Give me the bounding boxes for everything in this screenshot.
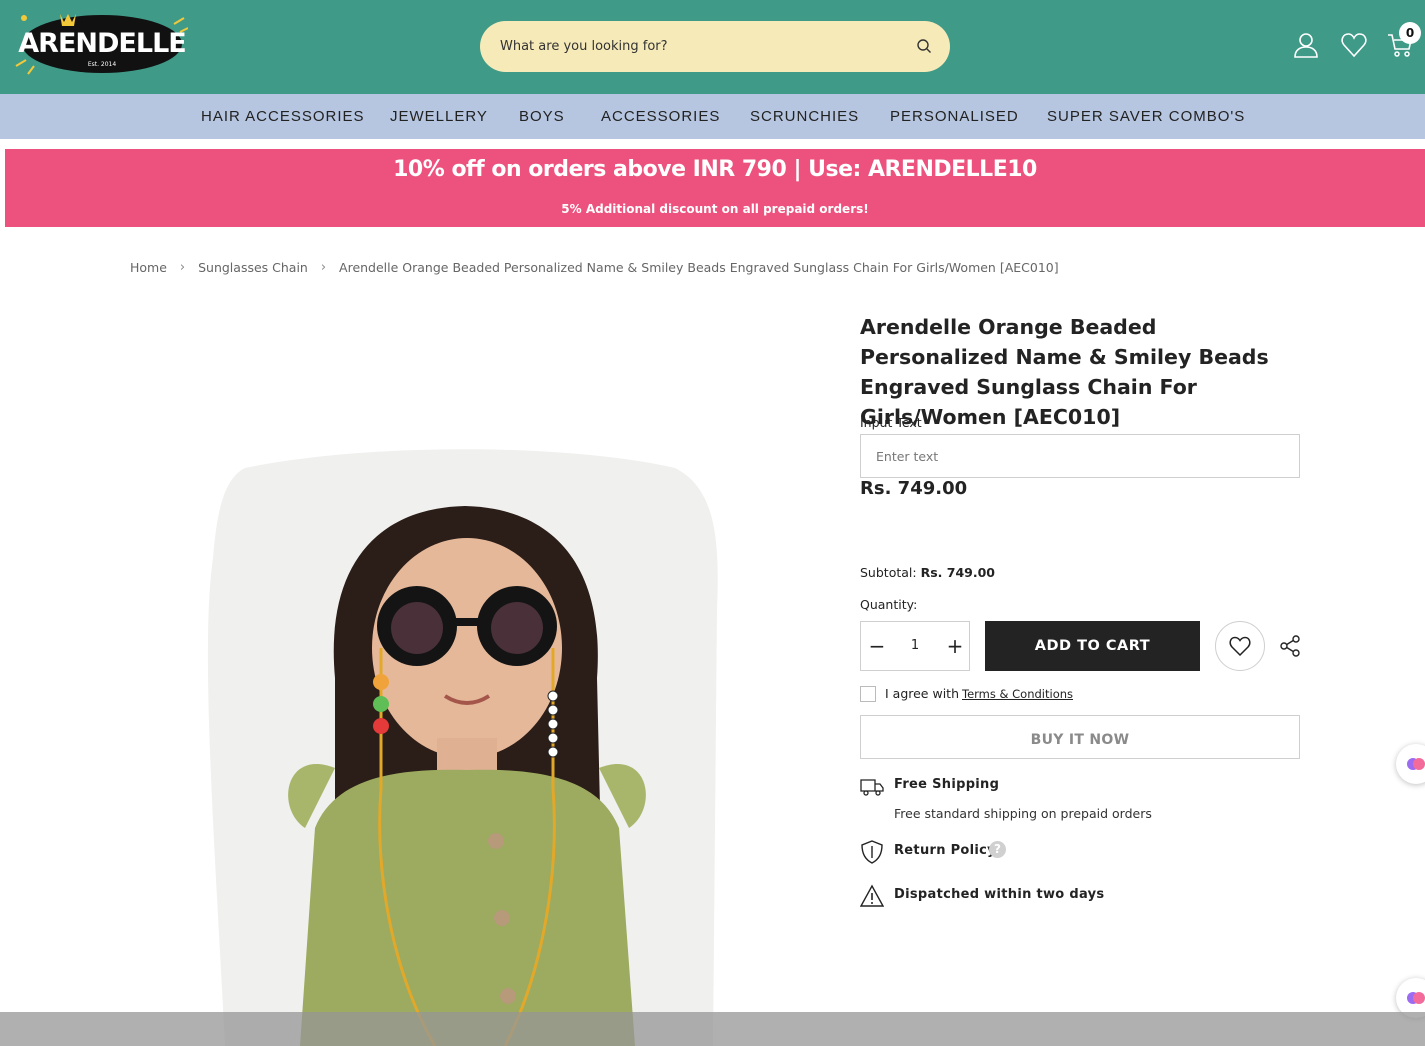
user-icon[interactable] — [1292, 31, 1320, 59]
nav-item-super-saver-combos[interactable]: SUPER SAVER COMBO'S — [1047, 94, 1245, 139]
product-title: Arendelle Orange Beaded Personalized Nam… — [860, 315, 1269, 429]
chevron-right-icon: › — [320, 260, 327, 275]
floating-widget-button[interactable] — [1396, 744, 1425, 784]
brain-icon — [1407, 992, 1425, 1004]
arendelle-logo[interactable]: ARENDELLE Est. 2014 — [14, 8, 188, 76]
promo-banner: 10% off on orders above INR 790 | Use: A… — [5, 149, 1425, 227]
svg-text:Est. 2014: Est. 2014 — [88, 61, 117, 68]
site-header: ARENDELLE Est. 2014 0 — [0, 0, 1425, 94]
nav-item-personalised[interactable]: PERSONALISED — [890, 94, 1019, 139]
agree-text: I agree with — [885, 686, 959, 701]
brain-icon — [1407, 758, 1425, 770]
input-text-label: Input Text — [860, 415, 922, 430]
chevron-right-icon: › — [179, 260, 186, 275]
promo-subtitle: 5% Additional discount on all prepaid or… — [561, 202, 869, 216]
buy-it-now-button[interactable]: BUY IT NOW — [860, 715, 1300, 759]
subtotal: Subtotal: Rs. 749.00 — [860, 565, 995, 580]
breadcrumb-current: Arendelle Orange Beaded Personalized Nam… — [339, 260, 1059, 275]
product-image[interactable] — [205, 448, 725, 1046]
nav-item-jewellery[interactable]: JEWELLERY — [390, 94, 488, 139]
share-icon[interactable] — [1279, 635, 1301, 657]
add-to-cart-button[interactable]: ADD TO CART — [985, 621, 1200, 671]
shield-icon — [861, 840, 883, 864]
truck-icon — [860, 779, 884, 796]
svg-text:ARENDELLE: ARENDELLE — [18, 28, 185, 59]
return-policy-title: Return Policy — [894, 843, 996, 858]
quantity-decrease-button[interactable]: − — [861, 622, 893, 670]
quantity-label: Quantity: — [860, 597, 918, 612]
search-bar — [480, 21, 950, 72]
quantity-stepper: − 1 + — [860, 621, 970, 671]
bottom-overlay-bar — [0, 1012, 1425, 1046]
subtotal-value: Rs. 749.00 — [920, 565, 995, 580]
heart-icon[interactable] — [1340, 31, 1368, 59]
help-icon[interactable]: ? — [989, 841, 1006, 858]
quantity-increase-button[interactable]: + — [939, 622, 971, 670]
search-icon[interactable] — [916, 38, 932, 54]
free-shipping-title: Free Shipping — [894, 777, 1000, 792]
product-price: Rs. 749.00 — [860, 478, 968, 499]
nav-item-boys[interactable]: BOYS — [519, 94, 565, 139]
terms-link[interactable]: Terms & Conditions — [962, 687, 1073, 701]
promo-title: 10% off on orders above INR 790 | Use: A… — [393, 157, 1037, 182]
quantity-input[interactable]: 1 — [893, 622, 937, 670]
heart-icon — [1229, 636, 1251, 656]
breadcrumb-category[interactable]: Sunglasses Chain — [198, 260, 308, 275]
main-nav: HAIR ACCESSORIES JEWELLERY BOYS ACCESSOR… — [0, 94, 1425, 139]
nav-item-scrunchies[interactable]: SCRUNCHIES — [750, 94, 859, 139]
free-shipping-subtitle: Free standard shipping on prepaid orders — [894, 806, 1152, 821]
terms-checkbox[interactable] — [860, 686, 876, 702]
subtotal-label: Subtotal: — [860, 565, 917, 580]
nav-item-hair-accessories[interactable]: HAIR ACCESSORIES — [201, 94, 365, 139]
cart-count-badge: 0 — [1399, 22, 1421, 44]
breadcrumb: Home › Sunglasses Chain › Arendelle Oran… — [130, 259, 1059, 277]
personalization-text-input[interactable] — [860, 434, 1300, 478]
search-input[interactable] — [500, 21, 900, 72]
breadcrumb-home[interactable]: Home — [130, 260, 167, 275]
wishlist-button[interactable] — [1215, 621, 1265, 671]
dispatch-title: Dispatched within two days — [894, 887, 1105, 902]
warning-icon — [860, 884, 884, 907]
nav-item-accessories[interactable]: ACCESSORIES — [601, 94, 720, 139]
